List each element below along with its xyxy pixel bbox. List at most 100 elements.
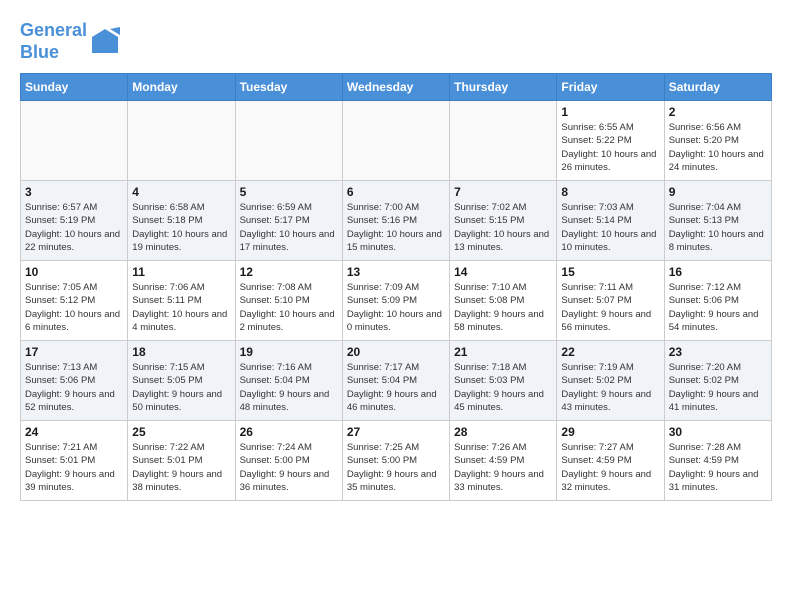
day-number: 6 [347,185,445,199]
calendar-cell: 13Sunrise: 7:09 AMSunset: 5:09 PMDayligh… [342,261,449,341]
calendar-cell: 15 Sunrise: 7:11 AMSunset: 5:07 PMDayligh… [557,261,664,341]
day-info: Sunrise: 7:10 AMSunset: 5:08 PMDaylight:… [454,281,552,334]
calendar-week-4: 17 Sunrise: 7:13 AMSunset: 5:06 PMDayligh… [21,341,772,421]
calendar-cell: 7 Sunrise: 7:02 AMSunset: 5:15 PMDaylight… [450,181,557,261]
calendar-cell: 14 Sunrise: 7:10 AMSunset: 5:08 PMDayligh… [450,261,557,341]
day-info: Sunrise: 7:24 AMSunset: 5:00 PMDaylight:… [240,441,338,494]
calendar-table: SundayMondayTuesdayWednesdayThursdayFrid… [20,73,772,501]
day-number: 16 [669,265,767,279]
day-number: 28 [454,425,552,439]
day-number: 24 [25,425,123,439]
day-info: Sunrise: 7:02 AMSunset: 5:15 PMDaylight:… [454,201,552,254]
day-info: Sunrise: 7:17 AMSunset: 5:04 PMDaylight:… [347,361,445,414]
day-info: Sunrise: 7:15 AMSunset: 5:05 PMDaylight:… [132,361,230,414]
day-info: Sunrise: 6:58 AMSunset: 5:18 PMDaylight:… [132,201,230,254]
logo: GeneralBlue [20,20,120,63]
day-number: 4 [132,185,230,199]
day-number: 9 [669,185,767,199]
day-info: Sunrise: 7:11 AMSunset: 5:07 PMDaylight:… [561,281,659,334]
day-info: Sunrise: 7:06 AMSunset: 5:11 PMDaylight:… [132,281,230,334]
day-number: 19 [240,345,338,359]
day-info: Sunrise: 7:12 AMSunset: 5:06 PMDaylight:… [669,281,767,334]
calendar-week-2: 3 Sunrise: 6:57 AMSunset: 5:19 PMDaylight… [21,181,772,261]
weekday-header-row: SundayMondayTuesdayWednesdayThursdayFrid… [21,74,772,101]
calendar-cell: 26 Sunrise: 7:24 AMSunset: 5:00 PMDayligh… [235,421,342,501]
calendar-cell: 16 Sunrise: 7:12 AMSunset: 5:06 PMDayligh… [664,261,771,341]
calendar-cell: 27 Sunrise: 7:25 AMSunset: 5:00 PMDayligh… [342,421,449,501]
day-info: Sunrise: 7:16 AMSunset: 5:04 PMDaylight:… [240,361,338,414]
day-number: 22 [561,345,659,359]
day-info: Sunrise: 7:03 AMSunset: 5:14 PMDaylight:… [561,201,659,254]
page-header: GeneralBlue [20,20,772,63]
day-number: 25 [132,425,230,439]
day-number: 14 [454,265,552,279]
calendar-cell: 19 Sunrise: 7:16 AMSunset: 5:04 PMDayligh… [235,341,342,421]
day-info: Sunrise: 7:25 AMSunset: 5:00 PMDaylight:… [347,441,445,494]
calendar-cell: 30 Sunrise: 7:28 AMSunset: 4:59 PMDayligh… [664,421,771,501]
calendar-cell: 20 Sunrise: 7:17 AMSunset: 5:04 PMDayligh… [342,341,449,421]
calendar-cell: 11 Sunrise: 7:06 AMSunset: 5:11 PMDayligh… [128,261,235,341]
day-number: 17 [25,345,123,359]
day-number: 3 [25,185,123,199]
day-info: Sunrise: 6:59 AMSunset: 5:17 PMDaylight:… [240,201,338,254]
day-info: Sunrise: 6:57 AMSunset: 5:19 PMDaylight:… [25,201,123,254]
calendar-cell: 9 Sunrise: 7:04 AMSunset: 5:13 PMDaylight… [664,181,771,261]
day-number: 15 [561,265,659,279]
day-number: 18 [132,345,230,359]
day-number: 26 [240,425,338,439]
calendar-cell: 21 Sunrise: 7:18 AMSunset: 5:03 PMDayligh… [450,341,557,421]
day-number: 5 [240,185,338,199]
weekday-header-wednesday: Wednesday [342,74,449,101]
logo-icon [90,27,120,57]
day-info: Sunrise: 6:56 AMSunset: 5:20 PMDaylight:… [669,121,767,174]
day-info: Sunrise: 7:26 AMSunset: 4:59 PMDaylight:… [454,441,552,494]
day-number: 10 [25,265,123,279]
day-number: 1 [561,105,659,119]
day-number: 7 [454,185,552,199]
day-info: Sunrise: 7:08 AMSunset: 5:10 PMDaylight:… [240,281,338,334]
calendar-cell: 25 Sunrise: 7:22 AMSunset: 5:01 PMDayligh… [128,421,235,501]
day-info: Sunrise: 7:20 AMSunset: 5:02 PMDaylight:… [669,361,767,414]
calendar-cell: 10 Sunrise: 7:05 AMSunset: 5:12 PMDayligh… [21,261,128,341]
weekday-header-tuesday: Tuesday [235,74,342,101]
day-number: 21 [454,345,552,359]
calendar-cell: 22 Sunrise: 7:19 AMSunset: 5:02 PMDayligh… [557,341,664,421]
calendar-cell: 29 Sunrise: 7:27 AMSunset: 4:59 PMDayligh… [557,421,664,501]
calendar-cell [128,101,235,181]
calendar-week-1: 1Sunrise: 6:55 AMSunset: 5:22 PMDaylight… [21,101,772,181]
day-info: Sunrise: 7:27 AMSunset: 4:59 PMDaylight:… [561,441,659,494]
calendar-cell: 1Sunrise: 6:55 AMSunset: 5:22 PMDaylight… [557,101,664,181]
day-info: Sunrise: 7:04 AMSunset: 5:13 PMDaylight:… [669,201,767,254]
day-info: Sunrise: 7:13 AMSunset: 5:06 PMDaylight:… [25,361,123,414]
weekday-header-friday: Friday [557,74,664,101]
calendar-cell: 6 Sunrise: 7:00 AMSunset: 5:16 PMDaylight… [342,181,449,261]
day-info: Sunrise: 7:22 AMSunset: 5:01 PMDaylight:… [132,441,230,494]
calendar-cell: 23 Sunrise: 7:20 AMSunset: 5:02 PMDayligh… [664,341,771,421]
calendar-cell: 28 Sunrise: 7:26 AMSunset: 4:59 PMDayligh… [450,421,557,501]
calendar-cell: 24 Sunrise: 7:21 AMSunset: 5:01 PMDayligh… [21,421,128,501]
day-number: 8 [561,185,659,199]
calendar-cell: 12 Sunrise: 7:08 AMSunset: 5:10 PMDayligh… [235,261,342,341]
day-number: 23 [669,345,767,359]
day-number: 29 [561,425,659,439]
day-info: Sunrise: 7:05 AMSunset: 5:12 PMDaylight:… [25,281,123,334]
logo-text: GeneralBlue [20,20,87,63]
day-number: 27 [347,425,445,439]
day-number: 20 [347,345,445,359]
day-info: Sunrise: 7:19 AMSunset: 5:02 PMDaylight:… [561,361,659,414]
calendar-cell: 2 Sunrise: 6:56 AMSunset: 5:20 PMDaylight… [664,101,771,181]
calendar-week-5: 24 Sunrise: 7:21 AMSunset: 5:01 PMDayligh… [21,421,772,501]
day-number: 12 [240,265,338,279]
calendar-cell: 18 Sunrise: 7:15 AMSunset: 5:05 PMDayligh… [128,341,235,421]
day-info: Sunrise: 7:21 AMSunset: 5:01 PMDaylight:… [25,441,123,494]
calendar-cell: 4 Sunrise: 6:58 AMSunset: 5:18 PMDaylight… [128,181,235,261]
day-number: 11 [132,265,230,279]
day-number: 30 [669,425,767,439]
calendar-cell: 17 Sunrise: 7:13 AMSunset: 5:06 PMDayligh… [21,341,128,421]
day-info: Sunrise: 7:28 AMSunset: 4:59 PMDaylight:… [669,441,767,494]
day-number: 2 [669,105,767,119]
calendar-cell [21,101,128,181]
day-info: Sunrise: 7:00 AMSunset: 5:16 PMDaylight:… [347,201,445,254]
day-info: Sunrise: 7:09 AMSunset: 5:09 PMDaylight:… [347,281,445,334]
day-info: Sunrise: 7:18 AMSunset: 5:03 PMDaylight:… [454,361,552,414]
